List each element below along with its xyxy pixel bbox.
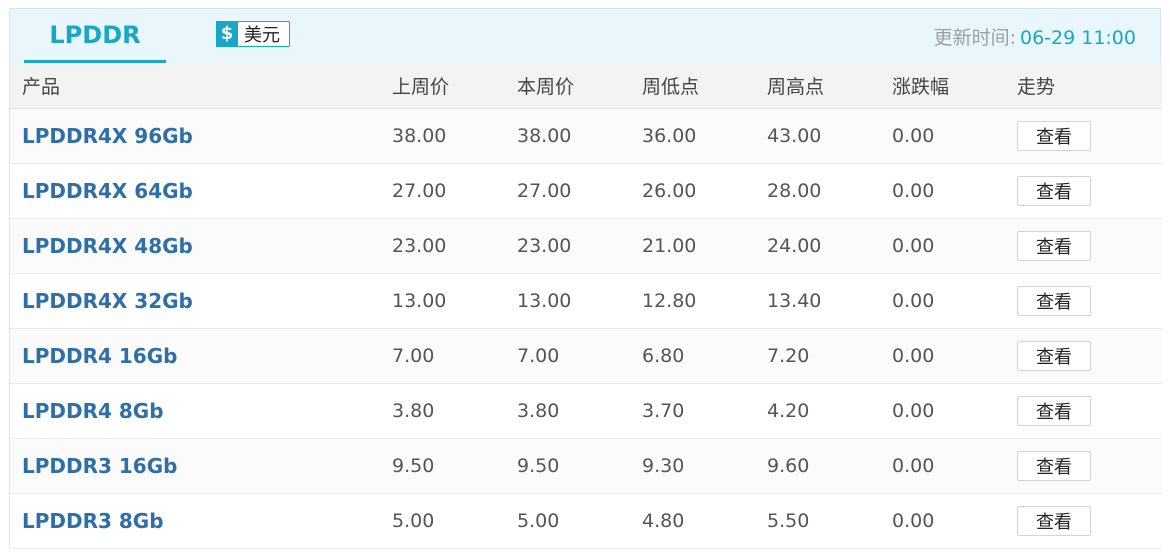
last-week-price: 38.00 [380,108,505,164]
table-row: LPDDR4X 48Gb 23.00 23.00 21.00 24.00 0.0… [10,218,1162,274]
trend-cell: 查看 [1005,328,1162,384]
this-week-price: 7.00 [505,328,630,384]
currency-toggle[interactable]: $ 美元 [216,20,290,47]
table-row: LPDDR3 16Gb 9.50 9.50 9.30 9.60 0.00 查看 [10,438,1162,494]
table-row: LPDDR3 8Gb 5.00 5.00 4.80 5.50 0.00 查看 [10,493,1162,549]
price-change: 0.00 [880,108,1005,164]
week-high: 13.40 [755,273,880,329]
update-time-label: 更新时间: [933,27,1016,49]
view-trend-button[interactable]: 查看 [1017,230,1091,261]
week-high: 4.20 [755,383,880,439]
trend-cell: 查看 [1005,163,1162,219]
trend-cell: 查看 [1005,273,1162,329]
trend-cell: 查看 [1005,493,1162,549]
col-header-week-high: 周高点 [755,63,880,109]
last-week-price: 23.00 [380,218,505,274]
price-change: 0.00 [880,493,1005,549]
price-change: 0.00 [880,163,1005,219]
last-week-price: 13.00 [380,273,505,329]
view-trend-button[interactable]: 查看 [1017,450,1091,481]
week-low: 12.80 [630,273,755,329]
week-high: 7.20 [755,328,880,384]
this-week-price: 5.00 [505,493,630,549]
update-time: 更新时间: 06-29 11:00 [934,23,1136,50]
col-header-week-low: 周低点 [630,63,755,109]
week-low: 36.00 [630,108,755,164]
week-low: 21.00 [630,218,755,274]
last-week-price: 5.00 [380,493,505,549]
table-row: LPDDR4X 32Gb 13.00 13.00 12.80 13.40 0.0… [10,273,1162,329]
week-high: 28.00 [755,163,880,219]
price-change: 0.00 [880,438,1005,494]
view-trend-button[interactable]: 查看 [1017,505,1091,536]
view-trend-button[interactable]: 查看 [1017,120,1091,151]
currency-label: 美元 [244,25,280,46]
tab-lpddr-label: LPDDR [49,20,141,49]
this-week-price: 23.00 [505,218,630,274]
price-change: 0.00 [880,218,1005,274]
tab-lpddr[interactable]: LPDDR [24,9,166,63]
view-trend-button[interactable]: 查看 [1017,285,1091,316]
this-week-price: 9.50 [505,438,630,494]
col-header-change: 涨跌幅 [880,63,1005,109]
this-week-price: 27.00 [505,163,630,219]
week-low: 26.00 [630,163,755,219]
table-header-row: 产品 上周价 本周价 周低点 周高点 涨跌幅 走势 [10,63,1162,109]
col-header-product: 产品 [10,63,380,109]
week-high: 43.00 [755,108,880,164]
col-header-trend: 走势 [1005,63,1162,109]
product-name[interactable]: LPDDR3 8Gb [10,493,380,549]
price-change: 0.00 [880,383,1005,439]
dollar-icon: $ [216,20,238,47]
trend-cell: 查看 [1005,383,1162,439]
trend-cell: 查看 [1005,108,1162,164]
product-name[interactable]: LPDDR4X 32Gb [10,273,380,329]
price-table: 产品 上周价 本周价 周低点 周高点 涨跌幅 走势 LPDDR4X 96Gb 3… [10,63,1162,549]
table-row: LPDDR4X 64Gb 27.00 27.00 26.00 28.00 0.0… [10,163,1162,219]
product-name[interactable]: LPDDR4X 48Gb [10,218,380,274]
product-name[interactable]: LPDDR4 16Gb [10,328,380,384]
week-high: 9.60 [755,438,880,494]
trend-cell: 查看 [1005,438,1162,494]
week-high: 5.50 [755,493,880,549]
last-week-price: 27.00 [380,163,505,219]
update-time-value: 06-29 11:00 [1019,27,1136,49]
product-name[interactable]: LPDDR3 16Gb [10,438,380,494]
table-row: LPDDR4 8Gb 3.80 3.80 3.70 4.20 0.00 查看 [10,383,1162,439]
last-week-price: 9.50 [380,438,505,494]
product-name[interactable]: LPDDR4X 96Gb [10,108,380,164]
view-trend-button[interactable]: 查看 [1017,175,1091,206]
week-low: 4.80 [630,493,755,549]
week-high: 24.00 [755,218,880,274]
week-low: 3.70 [630,383,755,439]
this-week-price: 13.00 [505,273,630,329]
col-header-last-week: 上周价 [380,63,505,109]
table-row: LPDDR4X 96Gb 38.00 38.00 36.00 43.00 0.0… [10,108,1162,164]
col-header-this-week: 本周价 [505,63,630,109]
trend-cell: 查看 [1005,218,1162,274]
product-name[interactable]: LPDDR4 8Gb [10,383,380,439]
week-low: 6.80 [630,328,755,384]
table-row: LPDDR4 16Gb 7.00 7.00 6.80 7.20 0.00 查看 [10,328,1162,384]
last-week-price: 3.80 [380,383,505,439]
view-trend-button[interactable]: 查看 [1017,340,1091,371]
price-change: 0.00 [880,328,1005,384]
this-week-price: 38.00 [505,108,630,164]
price-change: 0.00 [880,273,1005,329]
panel-header: LPDDR $ 美元 更新时间: 06-29 11:00 [10,9,1160,64]
week-low: 9.30 [630,438,755,494]
view-trend-button[interactable]: 查看 [1017,395,1091,426]
price-panel: LPDDR $ 美元 更新时间: 06-29 11:00 产品 上周价 本周价 周… [9,8,1162,549]
last-week-price: 7.00 [380,328,505,384]
this-week-price: 3.80 [505,383,630,439]
product-name[interactable]: LPDDR4X 64Gb [10,163,380,219]
